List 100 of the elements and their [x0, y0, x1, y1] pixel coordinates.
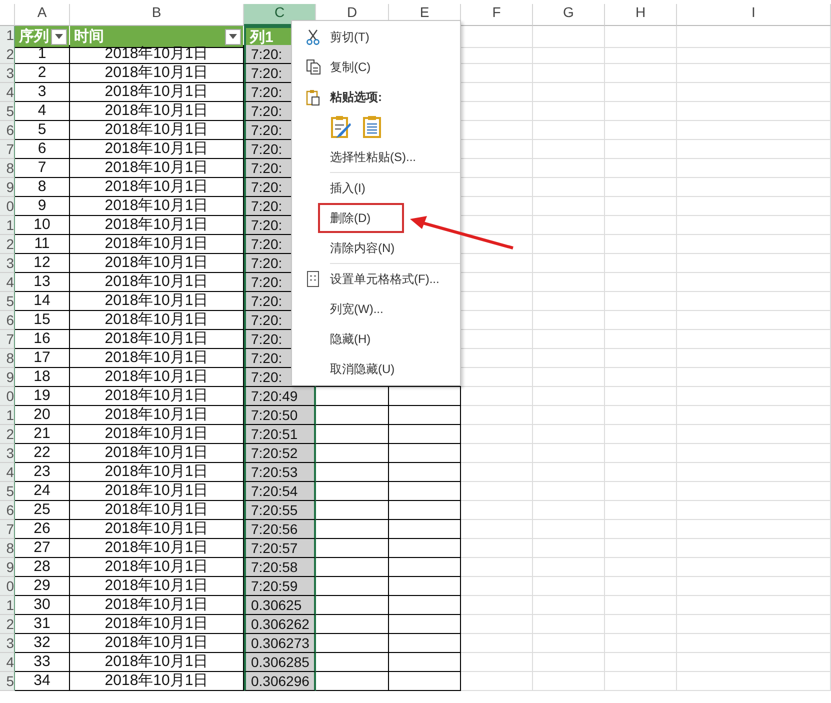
row-header[interactable]: 9: [0, 178, 15, 197]
table-cell: 2018年10月1日: [104, 653, 208, 670]
table-cell: 26: [34, 520, 50, 537]
table-cell: 7:20:59: [251, 578, 298, 594]
paste-brush-icon[interactable]: [330, 115, 352, 139]
row-header[interactable]: 0: [0, 577, 15, 596]
row-header[interactable]: 2: [0, 45, 15, 64]
row-header[interactable]: 8: [0, 349, 15, 368]
empty-cell[interactable]: [389, 444, 461, 463]
paste-icon[interactable]: [362, 115, 382, 139]
table-cell: 7:20:: [251, 65, 282, 81]
empty-cell[interactable]: [389, 672, 461, 691]
filter-button[interactable]: [225, 28, 241, 44]
menu-item[interactable]: 清除内容(N): [330, 240, 395, 256]
table-cell: 7:20:: [251, 312, 282, 328]
empty-cell[interactable]: [389, 482, 461, 501]
format-cells-icon: [307, 271, 319, 287]
row-header[interactable]: 2: [0, 235, 15, 254]
row-header[interactable]: 9: [0, 558, 15, 577]
row-header[interactable]: 1: [0, 596, 15, 615]
table-cell: 15: [34, 311, 50, 328]
table-cell: 2018年10月1日: [104, 45, 208, 62]
menu-item[interactable]: 选择性粘贴(S)...: [330, 148, 416, 166]
table-cell: 17: [34, 349, 50, 366]
row-header[interactable]: 7: [0, 330, 15, 349]
row-header[interactable]: 8: [0, 539, 15, 558]
column-header[interactable]: H: [605, 4, 677, 26]
row-header[interactable]: 7: [0, 140, 15, 159]
table-cell: 2018年10月1日: [104, 216, 208, 233]
table-cell: 5: [38, 121, 46, 138]
row-header[interactable]: 5: [0, 672, 15, 691]
row-header[interactable]: 4: [0, 463, 15, 482]
row-header[interactable]: 6: [0, 121, 15, 140]
table-cell: 7:20:: [251, 255, 282, 271]
menu-item[interactable]: 插入(I): [330, 180, 366, 196]
empty-cell[interactable]: [389, 406, 461, 425]
row-header[interactable]: 4: [0, 83, 15, 102]
row-header[interactable]: 5: [0, 102, 15, 121]
table-cell: 2018年10月1日: [104, 444, 208, 461]
row-header[interactable]: 0: [0, 197, 15, 216]
row-header[interactable]: 6: [0, 311, 15, 330]
table-cell: 2018年10月1日: [104, 425, 208, 442]
row-header[interactable]: 9: [0, 368, 15, 387]
row-header[interactable]: 3: [0, 64, 15, 83]
row-header[interactable]: 2: [0, 425, 15, 444]
table-cell: 2018年10月1日: [104, 634, 208, 651]
row-header[interactable]: 5: [0, 482, 15, 501]
empty-cell[interactable]: [389, 463, 461, 482]
menu-item[interactable]: 列宽(W)...: [330, 300, 384, 318]
table-cell: 7:20:: [251, 369, 282, 385]
menu-item[interactable]: 复制(C): [330, 58, 371, 76]
empty-cell[interactable]: [389, 596, 461, 615]
table-cell: 10: [34, 216, 50, 233]
column-header[interactable]: I: [677, 4, 831, 26]
row-header[interactable]: 2: [0, 615, 15, 634]
menu-item[interactable]: 剪切(T): [330, 28, 370, 46]
row-header[interactable]: 4: [0, 273, 15, 292]
table-cell: 20: [34, 406, 50, 423]
table-cell: 7:20:: [251, 274, 282, 290]
column-header[interactable]: F: [461, 4, 533, 26]
row-header[interactable]: 0: [0, 387, 15, 406]
menu-item[interactable]: 删除(D): [330, 210, 371, 226]
row-header[interactable]: 3: [0, 634, 15, 653]
caret-icon: [229, 34, 237, 39]
column-header[interactable]: G: [533, 4, 605, 26]
row-header[interactable]: 1: [0, 406, 15, 425]
table-cell: 22: [34, 444, 50, 461]
select-all-corner[interactable]: [0, 4, 15, 26]
row-header[interactable]: 4: [0, 653, 15, 672]
empty-cell[interactable]: [389, 615, 461, 634]
empty-cell[interactable]: [389, 387, 461, 406]
empty-cell[interactable]: [389, 520, 461, 539]
empty-cell[interactable]: [389, 425, 461, 444]
row-header[interactable]: 5: [0, 292, 15, 311]
row-header[interactable]: 7: [0, 520, 15, 539]
row-header[interactable]: 8: [0, 159, 15, 178]
menu-item[interactable]: 设置单元格格式(F)...: [330, 270, 440, 288]
table-cell: 1: [38, 45, 46, 62]
table-cell: 7: [38, 159, 46, 176]
row-header[interactable]: 3: [0, 444, 15, 463]
table-cell: 24: [34, 482, 50, 499]
row-header[interactable]: 1: [0, 216, 15, 235]
row-header[interactable]: 3: [0, 254, 15, 273]
table-cell: 7:20:: [251, 84, 282, 100]
column-header[interactable]: A: [15, 4, 70, 26]
empty-cell[interactable]: [389, 558, 461, 577]
empty-cell[interactable]: [389, 634, 461, 653]
menu-item[interactable]: 隐藏(H): [330, 330, 371, 348]
column-header[interactable]: B: [70, 4, 244, 26]
table-cell: 7:20:: [251, 293, 282, 309]
table-cell: 7:20:: [251, 179, 282, 195]
row-header[interactable]: 6: [0, 501, 15, 520]
empty-cell[interactable]: [389, 577, 461, 596]
empty-cell[interactable]: [389, 653, 461, 672]
empty-cell[interactable]: [389, 539, 461, 558]
table-cell: 7:20:56: [251, 521, 298, 537]
column-header[interactable]: C: [244, 4, 316, 26]
empty-cell[interactable]: [389, 501, 461, 520]
filter-button[interactable]: [51, 28, 67, 44]
menu-item[interactable]: 取消隐藏(U): [330, 360, 395, 378]
